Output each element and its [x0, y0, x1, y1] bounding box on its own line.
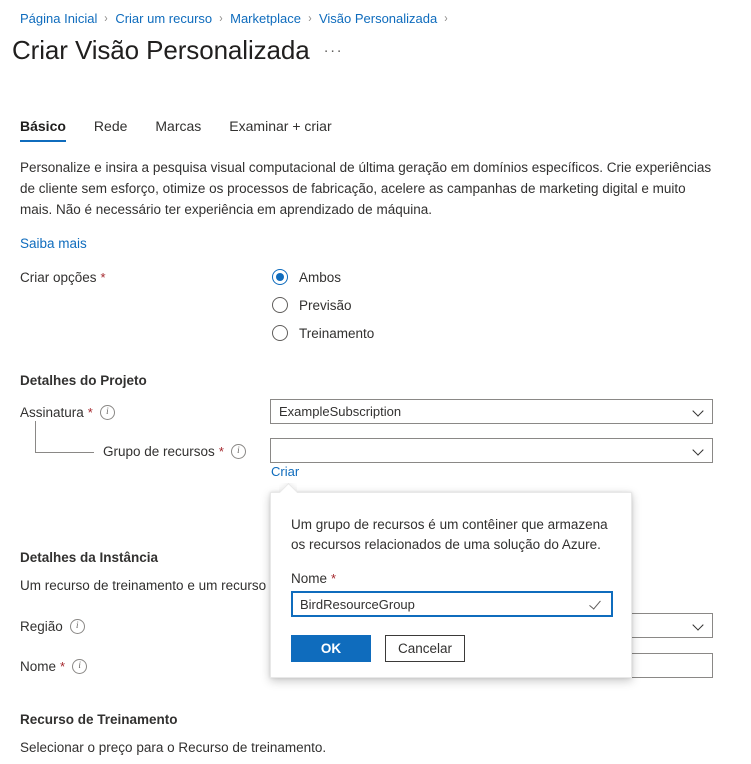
resource-group-dropdown[interactable]: [270, 438, 713, 463]
instance-details-heading: Detalhes da Instância: [20, 550, 159, 565]
info-icon[interactable]: [230, 443, 246, 459]
create-resource-group-link[interactable]: Criar: [271, 464, 299, 479]
create-options-label: Criar opções *: [20, 270, 106, 285]
chevron-down-icon: [693, 445, 704, 456]
subscription-dropdown[interactable]: ExampleSubscription: [270, 399, 713, 424]
required-marker: *: [218, 444, 224, 459]
breadcrumb-item-marketplace[interactable]: Marketplace: [230, 11, 301, 26]
radio-icon: [272, 325, 288, 341]
required-marker: *: [331, 571, 337, 586]
chevron-down-icon: [693, 406, 704, 417]
region-label-row: Região: [20, 618, 85, 634]
intro-section: Personalize e insira a pesquisa visual c…: [20, 157, 720, 253]
instance-details-description: Um recurso de treinamento e um recurso d…: [20, 578, 270, 593]
radio-label: Ambos: [299, 269, 342, 285]
radio-option-treinamento[interactable]: Treinamento: [272, 321, 374, 345]
required-marker: *: [60, 659, 66, 674]
tab-examinar-criar[interactable]: Examinar + criar: [229, 118, 331, 142]
breadcrumb: Página Inicial › Criar um recurso › Mark…: [20, 8, 455, 28]
resource-group-label: Grupo de recursos *: [103, 443, 246, 459]
radio-option-previsao[interactable]: Previsão: [272, 293, 374, 317]
required-marker: *: [87, 405, 93, 420]
breadcrumb-separator-icon: ›: [308, 11, 312, 25]
radio-icon: [272, 269, 288, 285]
subscription-label-row: Assinatura *: [20, 404, 115, 420]
page-title: Criar Visão Personalizada: [12, 35, 310, 65]
ok-button[interactable]: OK: [291, 635, 371, 662]
chevron-down-icon: [693, 620, 704, 631]
more-actions-icon[interactable]: ···: [324, 43, 344, 58]
required-marker: *: [100, 270, 106, 285]
tab-basico[interactable]: Básico: [20, 118, 66, 142]
breadcrumb-separator-icon: ›: [444, 11, 448, 25]
training-resource-description: Selecionar o preço para o Recurso de tre…: [20, 740, 327, 755]
tab-bar: Básico Rede Marcas Examinar + criar: [20, 118, 360, 142]
check-icon: [590, 597, 604, 611]
create-options-radio-group: Ambos Previsão Treinamento: [272, 265, 374, 349]
region-label: Região: [20, 618, 85, 634]
page-header: Criar Visão Personalizada ···: [12, 34, 343, 66]
radio-label: Previsão: [299, 297, 352, 313]
breadcrumb-item-custom-vision[interactable]: Visão Personalizada: [319, 11, 437, 26]
breadcrumb-item-create-resource[interactable]: Criar um recurso: [115, 11, 212, 26]
resource-group-name-input[interactable]: BirdResourceGroup: [291, 591, 613, 617]
radio-option-ambos[interactable]: Ambos: [272, 265, 374, 289]
tab-rede[interactable]: Rede: [94, 118, 127, 142]
info-icon[interactable]: [69, 618, 85, 634]
project-details-heading: Detalhes do Projeto: [20, 373, 147, 388]
intro-paragraph: Personalize e insira a pesquisa visual c…: [20, 160, 712, 217]
breadcrumb-separator-icon: ›: [104, 11, 109, 25]
radio-icon: [272, 297, 288, 313]
subscription-value: ExampleSubscription: [279, 404, 402, 419]
create-options-label-row: Criar opções *: [20, 270, 106, 285]
callout-name-label: Nome *: [291, 571, 337, 586]
create-resource-group-callout: Um grupo de recursos é um contêiner que …: [270, 492, 632, 678]
instance-name-label: Nome *: [20, 658, 88, 674]
resource-group-label-row: Grupo de recursos *: [103, 443, 246, 459]
instance-name-label-row: Nome *: [20, 658, 88, 674]
field-tree-connector: [35, 421, 94, 453]
callout-button-row: OK Cancelar: [291, 635, 611, 662]
training-resource-heading: Recurso de Treinamento: [20, 712, 178, 727]
subscription-label: Assinatura *: [20, 404, 115, 420]
tab-marcas[interactable]: Marcas: [155, 118, 201, 142]
breadcrumb-separator-icon: ›: [219, 11, 223, 25]
breadcrumb-item-home[interactable]: Página Inicial: [20, 11, 97, 26]
callout-description: Um grupo de recursos é um contêiner que …: [291, 517, 608, 552]
info-icon[interactable]: [72, 658, 88, 674]
radio-label: Treinamento: [299, 325, 375, 341]
info-icon[interactable]: [99, 404, 115, 420]
callout-arrow-icon: [279, 483, 297, 493]
cancel-button[interactable]: Cancelar: [385, 635, 466, 662]
learn-more-link[interactable]: Saiba mais: [20, 236, 87, 251]
resource-group-name-value: BirdResourceGroup: [300, 596, 415, 612]
